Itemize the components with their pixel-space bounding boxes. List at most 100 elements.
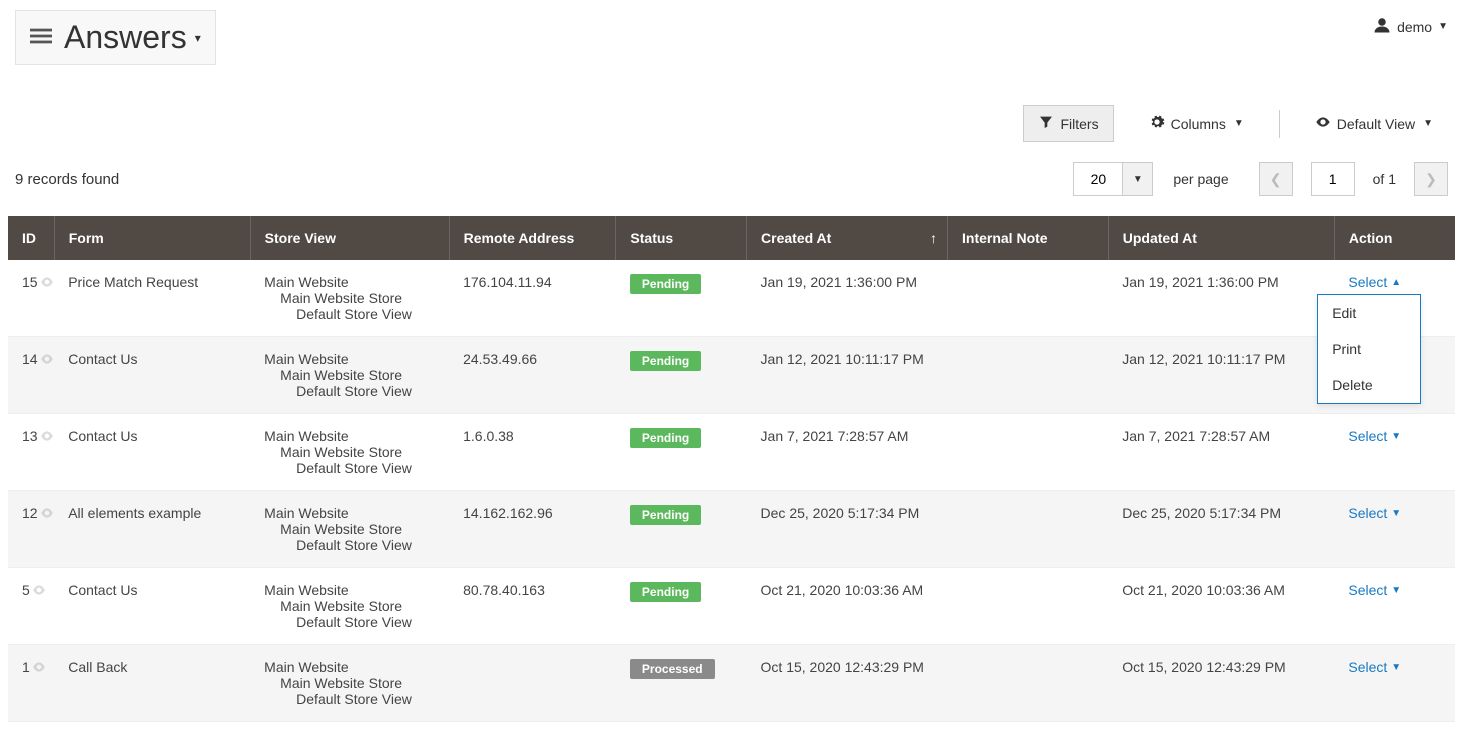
next-page-button[interactable]: ❯ — [1414, 162, 1448, 196]
cell-note — [948, 414, 1109, 491]
table-row[interactable]: 5Contact UsMain WebsiteMain Website Stor… — [8, 568, 1455, 645]
cell-created: Jan 12, 2021 10:11:17 PM — [747, 337, 948, 414]
cell-store: Main WebsiteMain Website StoreDefault St… — [250, 260, 449, 337]
status-badge: Pending — [630, 274, 701, 294]
cell-remote: 80.78.40.163 — [449, 568, 616, 645]
action-delete[interactable]: Delete — [1318, 367, 1420, 403]
cell-note — [948, 491, 1109, 568]
cell-updated: Oct 15, 2020 12:43:29 PM — [1108, 645, 1334, 722]
cell-updated: Jan 7, 2021 7:28:57 AM — [1108, 414, 1334, 491]
caret-down-icon: ▼ — [1423, 118, 1433, 129]
select-action[interactable]: Select ▼ — [1348, 582, 1401, 598]
col-header-remote[interactable]: Remote Address — [449, 216, 616, 260]
cell-form: Contact Us — [54, 414, 250, 491]
page-input[interactable] — [1311, 162, 1355, 196]
eye-icon — [40, 351, 54, 367]
cell-note — [948, 260, 1109, 337]
cell-created: Jan 7, 2021 7:28:57 AM — [747, 414, 948, 491]
cell-action: Select ▲EditPrintDelete — [1334, 260, 1455, 337]
per-page-label: per page — [1173, 171, 1228, 187]
cell-id: 14 — [8, 337, 54, 414]
col-header-created[interactable]: Created At↑ — [747, 216, 948, 260]
cell-action: Select ▼ — [1334, 645, 1455, 722]
default-view-label: Default View — [1337, 116, 1415, 132]
eye-icon — [1315, 114, 1331, 133]
cell-status: Pending — [616, 491, 747, 568]
cell-action: Select ▼ — [1334, 568, 1455, 645]
filters-button[interactable]: Filters — [1023, 105, 1113, 142]
select-action[interactable]: Select ▼ — [1348, 659, 1401, 675]
select-action[interactable]: Select ▼ — [1348, 505, 1401, 521]
cell-action: Select ▼ — [1334, 414, 1455, 491]
default-view-button[interactable]: Default View ▼ — [1300, 105, 1448, 142]
caret-icon: ▼ — [1391, 585, 1401, 596]
table-row[interactable]: 1Call BackMain WebsiteMain Website Store… — [8, 645, 1455, 722]
caret-icon: ▼ — [1391, 431, 1401, 442]
action-print[interactable]: Print — [1318, 331, 1420, 367]
funnel-icon — [1038, 114, 1054, 133]
cell-store: Main WebsiteMain Website StoreDefault St… — [250, 568, 449, 645]
cell-remote: 1.6.0.38 — [449, 414, 616, 491]
divider — [1279, 110, 1280, 138]
per-page-input[interactable] — [1073, 162, 1123, 196]
col-header-note[interactable]: Internal Note — [948, 216, 1109, 260]
col-header-created-label: Created At — [761, 230, 831, 246]
per-page-dropdown[interactable]: ▼ — [1123, 162, 1153, 196]
cell-id: 13 — [8, 414, 54, 491]
prev-page-button[interactable]: ❮ — [1259, 162, 1293, 196]
cell-note — [948, 645, 1109, 722]
action-dropdown: EditPrintDelete — [1317, 294, 1421, 404]
cell-updated: Dec 25, 2020 5:17:34 PM — [1108, 491, 1334, 568]
hamburger-icon — [30, 25, 52, 50]
cell-id: 1 — [8, 645, 54, 722]
select-action[interactable]: Select ▲EditPrintDelete — [1348, 274, 1401, 290]
columns-button[interactable]: Columns ▼ — [1134, 105, 1259, 142]
cell-form: All elements example — [54, 491, 250, 568]
records-found: 9 records found — [15, 171, 119, 188]
cell-form: Price Match Request — [54, 260, 250, 337]
col-header-id[interactable]: ID — [8, 216, 54, 260]
table-row[interactable]: 12All elements exampleMain WebsiteMain W… — [8, 491, 1455, 568]
cell-store: Main WebsiteMain Website StoreDefault St… — [250, 645, 449, 722]
caret-down-icon: ▼ — [1234, 118, 1244, 129]
filters-label: Filters — [1060, 116, 1098, 132]
cell-created: Oct 15, 2020 12:43:29 PM — [747, 645, 948, 722]
cell-form: Contact Us — [54, 568, 250, 645]
chevron-right-icon: ❯ — [1425, 171, 1437, 188]
cell-store: Main WebsiteMain Website StoreDefault St… — [250, 337, 449, 414]
columns-label: Columns — [1171, 116, 1226, 132]
caret-icon: ▼ — [1391, 662, 1401, 673]
page-title: Answers — [64, 19, 187, 56]
caret-down-icon: ▼ — [1438, 21, 1448, 32]
cell-created: Jan 19, 2021 1:36:00 PM — [747, 260, 948, 337]
col-header-status[interactable]: Status — [616, 216, 747, 260]
cell-status: Processed — [616, 645, 747, 722]
select-action[interactable]: Select ▼ — [1348, 428, 1401, 444]
col-header-action[interactable]: Action — [1334, 216, 1455, 260]
page-title-group[interactable]: Answers ▾ — [15, 10, 216, 65]
table-row[interactable]: 15Price Match RequestMain WebsiteMain We… — [8, 260, 1455, 337]
cell-id: 5 — [8, 568, 54, 645]
cell-updated: Jan 19, 2021 1:36:00 PM — [1108, 260, 1334, 337]
col-header-updated[interactable]: Updated At — [1108, 216, 1334, 260]
col-header-store[interactable]: Store View — [250, 216, 449, 260]
cell-id: 12 — [8, 491, 54, 568]
cell-status: Pending — [616, 260, 747, 337]
table-row[interactable]: 14Contact UsMain WebsiteMain Website Sto… — [8, 337, 1455, 414]
caret-icon: ▲ — [1391, 277, 1401, 288]
eye-icon — [32, 582, 46, 598]
cell-note — [948, 568, 1109, 645]
status-badge: Pending — [630, 505, 701, 525]
user-name: demo — [1397, 19, 1432, 35]
col-header-form[interactable]: Form — [54, 216, 250, 260]
cell-status: Pending — [616, 414, 747, 491]
cell-remote — [449, 645, 616, 722]
user-menu[interactable]: demo ▼ — [1373, 10, 1448, 37]
action-edit[interactable]: Edit — [1318, 295, 1420, 331]
eye-icon — [40, 274, 54, 290]
table-row[interactable]: 13Contact UsMain WebsiteMain Website Sto… — [8, 414, 1455, 491]
eye-icon — [32, 659, 46, 675]
cell-note — [948, 337, 1109, 414]
cell-updated: Jan 12, 2021 10:11:17 PM — [1108, 337, 1334, 414]
user-icon — [1373, 16, 1391, 37]
